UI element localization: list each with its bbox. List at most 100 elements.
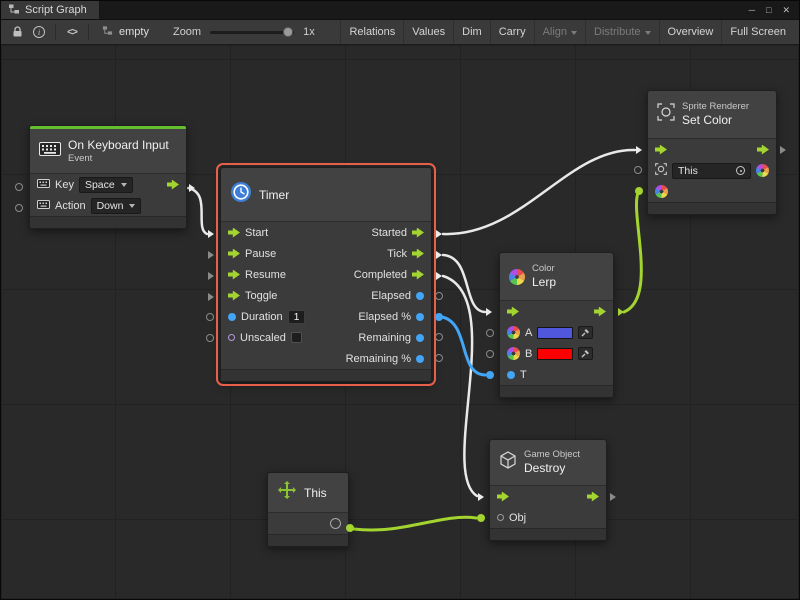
port-timer-elapsed-out[interactable] bbox=[435, 292, 443, 300]
flow-in-icon[interactable] bbox=[228, 249, 240, 259]
flow-out-icon[interactable] bbox=[757, 145, 769, 155]
wire-elapsed-to-t[interactable] bbox=[442, 317, 485, 375]
port-label: Completed bbox=[354, 269, 407, 281]
node-this[interactable]: This bbox=[267, 472, 349, 547]
port-timer-pause-in[interactable] bbox=[208, 251, 214, 259]
graph-canvas[interactable]: On Keyboard Input Event Key Space Action… bbox=[2, 46, 798, 598]
wire-timer-started-to-setcolor[interactable] bbox=[443, 150, 635, 234]
wire-timer-tick-to-lerp[interactable] bbox=[443, 255, 485, 312]
flow-in-icon[interactable] bbox=[507, 307, 519, 317]
port-lerp-flow-in[interactable] bbox=[486, 308, 492, 316]
color-a-swatch[interactable] bbox=[537, 327, 573, 339]
flow-in-icon[interactable] bbox=[655, 145, 667, 155]
color-port-icon[interactable] bbox=[507, 326, 520, 339]
code-view-icon[interactable]: <> bbox=[61, 27, 83, 38]
fullscreen-button[interactable]: Full Screen bbox=[721, 20, 794, 44]
flow-out-icon[interactable] bbox=[167, 180, 179, 190]
port-timer-unscaled-in[interactable] bbox=[206, 334, 214, 342]
flow-out-icon[interactable] bbox=[594, 307, 606, 317]
gameobject-port-icon[interactable] bbox=[330, 518, 341, 529]
distribute-button[interactable]: Distribute bbox=[585, 20, 658, 44]
unscaled-checkbox[interactable] bbox=[291, 332, 302, 343]
port-setcolor-color-in[interactable] bbox=[635, 187, 643, 195]
flow-in-icon[interactable] bbox=[497, 492, 509, 502]
port-timer-start-in[interactable] bbox=[208, 230, 214, 238]
port-setcolor-flow-in[interactable] bbox=[636, 146, 642, 154]
port-timer-elapsedpct-out[interactable] bbox=[435, 313, 443, 321]
port-destroy-obj-in[interactable] bbox=[477, 514, 485, 522]
key-dropdown[interactable]: Space bbox=[79, 177, 133, 193]
node-color-lerp[interactable]: Color Lerp A B bbox=[499, 252, 614, 398]
port-timer-resume-in[interactable] bbox=[208, 272, 214, 280]
flow-in-icon[interactable] bbox=[228, 228, 240, 238]
port-keyboard-action-in[interactable] bbox=[15, 204, 23, 212]
values-button[interactable]: Values bbox=[403, 20, 453, 44]
port-lerp-result-out[interactable] bbox=[618, 308, 624, 316]
port-keyboard-key-in[interactable] bbox=[15, 183, 23, 191]
key-label: Key bbox=[55, 179, 74, 191]
dim-button[interactable]: Dim bbox=[453, 20, 490, 44]
port-lerp-a-in[interactable] bbox=[486, 329, 494, 337]
port-lerp-t-in[interactable] bbox=[486, 371, 494, 379]
flow-in-icon[interactable] bbox=[228, 291, 240, 301]
value-port-icon[interactable] bbox=[507, 371, 515, 379]
flow-out-icon[interactable] bbox=[412, 228, 424, 238]
maximize-icon[interactable]: □ bbox=[766, 5, 771, 15]
port-timer-duration-in[interactable] bbox=[206, 313, 214, 321]
port-destroy-flow-out[interactable] bbox=[610, 493, 616, 501]
value-port-icon[interactable] bbox=[416, 313, 424, 321]
port-destroy-flow-in[interactable] bbox=[478, 493, 484, 501]
flow-in-icon[interactable] bbox=[228, 270, 240, 280]
port-timer-started-out[interactable] bbox=[436, 230, 442, 238]
port-timer-remainingpct-out[interactable] bbox=[435, 354, 443, 362]
wire-keyboard-to-timer-start[interactable] bbox=[188, 188, 207, 234]
zoom-slider[interactable] bbox=[210, 31, 294, 34]
node-destroy[interactable]: Game Object Destroy Obj bbox=[489, 439, 607, 541]
relations-button[interactable]: Relations bbox=[340, 20, 403, 44]
carry-button[interactable]: Carry bbox=[490, 20, 534, 44]
lock-icon[interactable] bbox=[6, 26, 28, 38]
node-timer[interactable]: Timer Start Started Pause Tick Resume bbox=[220, 167, 432, 382]
eyedropper-icon[interactable] bbox=[578, 347, 593, 360]
wire-timer-completed-to-destroy[interactable] bbox=[443, 276, 477, 496]
graph-breadcrumb[interactable]: empty bbox=[94, 25, 157, 39]
value-port-icon[interactable] bbox=[497, 514, 504, 521]
eyedropper-icon[interactable] bbox=[578, 326, 593, 339]
zoom-slider-handle[interactable] bbox=[283, 27, 293, 37]
overview-button[interactable]: Overview bbox=[659, 20, 722, 44]
port-setcolor-target-in[interactable] bbox=[634, 166, 642, 174]
port-lerp-b-in[interactable] bbox=[486, 350, 494, 358]
port-setcolor-flow-out[interactable] bbox=[780, 146, 786, 154]
node-on-keyboard-input[interactable]: On Keyboard Input Event Key Space Action… bbox=[29, 125, 187, 229]
wire-this-to-obj[interactable] bbox=[354, 517, 476, 530]
target-object-field[interactable]: This bbox=[672, 163, 751, 179]
port-timer-tick-out[interactable] bbox=[436, 251, 442, 259]
action-dropdown[interactable]: Down bbox=[91, 198, 142, 214]
align-button[interactable]: Align bbox=[534, 20, 585, 44]
duration-input[interactable]: 1 bbox=[288, 310, 306, 324]
port-timer-remaining-out[interactable] bbox=[435, 333, 443, 341]
port-timer-completed-out[interactable] bbox=[436, 272, 442, 280]
color-b-swatch[interactable] bbox=[537, 348, 573, 360]
port-keyboard-trigger-out[interactable] bbox=[189, 184, 195, 192]
value-port-icon[interactable] bbox=[228, 334, 235, 341]
color-port-icon[interactable] bbox=[507, 347, 520, 360]
wire-lerp-to-color[interactable] bbox=[624, 193, 641, 312]
port-timer-toggle-in[interactable] bbox=[208, 293, 214, 301]
flow-out-icon[interactable] bbox=[587, 492, 599, 502]
port-this-out[interactable] bbox=[346, 524, 354, 532]
flow-out-icon[interactable] bbox=[412, 270, 424, 280]
color-in-port-icon[interactable] bbox=[655, 185, 668, 198]
tab-script-graph[interactable]: Script Graph bbox=[1, 1, 100, 19]
object-picker-icon[interactable] bbox=[736, 166, 745, 175]
minimize-icon[interactable]: ─ bbox=[749, 5, 755, 15]
flow-out-icon[interactable] bbox=[412, 249, 424, 259]
info-icon[interactable]: i bbox=[28, 26, 50, 38]
value-port-icon[interactable] bbox=[228, 313, 236, 321]
color-out-port-icon[interactable] bbox=[756, 164, 769, 177]
node-set-color[interactable]: Sprite Renderer Set Color This bbox=[647, 90, 777, 215]
value-port-icon[interactable] bbox=[416, 334, 424, 342]
value-port-icon[interactable] bbox=[416, 355, 424, 363]
close-icon[interactable]: ✕ bbox=[782, 5, 790, 16]
value-port-icon[interactable] bbox=[416, 292, 424, 300]
